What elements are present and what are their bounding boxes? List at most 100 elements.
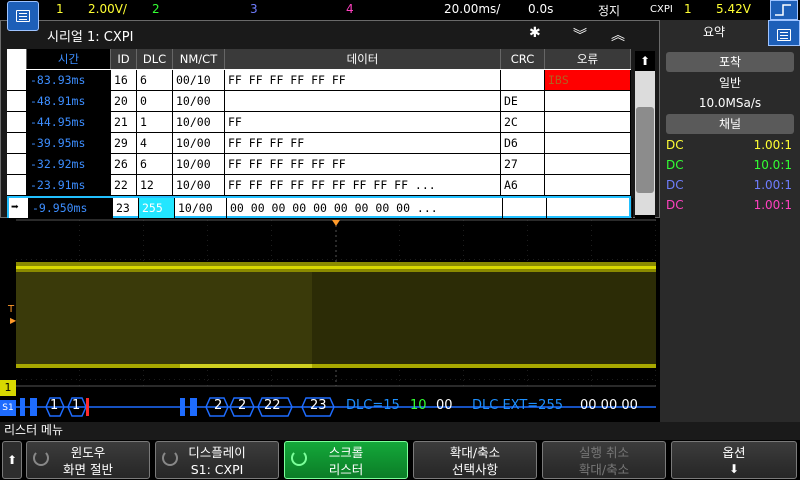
decode-dlc: DLC=15 xyxy=(346,398,400,413)
header-select-col xyxy=(7,49,27,69)
cell-data: 00 00 00 00 00 00 00 00 00 ... xyxy=(227,198,503,218)
lister-table: 시간 ID DLC NM/CT 데이터 CRC 오류 -83.93ms 16 6… xyxy=(7,49,633,237)
header-id[interactable]: ID xyxy=(111,49,137,69)
zoom-selection-softkey[interactable]: 확대/축소 선택사항 xyxy=(413,441,537,479)
table-row[interactable]: -23.91ms 22 12 10/00 FF FF FF FF FF FF F… xyxy=(7,175,631,196)
cell-data xyxy=(225,91,501,111)
chevron-down-icon[interactable]: ︾ xyxy=(573,25,587,45)
decode-seg: 23 xyxy=(310,398,327,413)
menu-up-button[interactable]: ⬆ xyxy=(2,441,22,479)
scroll-thumb[interactable] xyxy=(636,107,654,193)
main-menu-button[interactable] xyxy=(7,1,39,31)
cell-time: -48.91ms xyxy=(27,91,111,111)
cell-data: FF FF FF FF FF FF xyxy=(225,70,501,90)
trigger-level[interactable]: 5.42V xyxy=(716,2,751,16)
cell-id: 21 xyxy=(111,112,137,132)
ch1-indicator[interactable]: 1 xyxy=(56,2,64,16)
header-data[interactable]: 데이터 xyxy=(225,49,501,69)
header-time[interactable]: 시간 xyxy=(27,49,111,69)
timebase-readout[interactable]: 20.00ms/ xyxy=(444,2,500,16)
run-state[interactable]: 정지 xyxy=(598,2,620,19)
cell-time: -44.95ms xyxy=(27,112,111,132)
acquisition-header[interactable]: 포착 xyxy=(666,52,794,72)
cell-nmct: 10/00 xyxy=(173,133,225,153)
cell-dlc: 0 xyxy=(137,91,173,111)
scroll-lister-softkey[interactable]: 스크롤 리스터 xyxy=(284,441,408,479)
ch3-indicator[interactable]: 3 xyxy=(250,2,258,16)
summary-side-panel: 요약 포착 일반 10.0MSa/s 채널 DC 1.00:1 DC 10.0:1 … xyxy=(660,20,800,438)
knob-icon xyxy=(33,450,49,466)
trigger-level-arrow-icon: ▶ xyxy=(10,316,17,325)
undo-zoom-softkey[interactable]: 실행 취소 확대/축소 xyxy=(542,441,666,479)
menu-title-bar: 리스터 메뉴 xyxy=(0,422,800,440)
header-nmct[interactable]: NM/CT xyxy=(173,49,225,69)
cell-error xyxy=(547,198,633,218)
cell-data: FF FF FF FF xyxy=(225,133,501,153)
tab-summary[interactable]: 요약 xyxy=(660,20,768,44)
options-softkey[interactable]: 옵션 ⬇ xyxy=(671,441,797,479)
cell-time: -32.92ms xyxy=(27,154,111,174)
table-row-selected[interactable]: ➡ -9.950ms 23 255 10/00 00 00 00 00 00 0… xyxy=(7,196,633,218)
cell-dlc: 6 xyxy=(137,154,173,174)
waveform-display[interactable]: 1 1 2 2 22 23 DLC=15 10 00 DLC EXT=255 0… xyxy=(0,218,660,438)
softkey-bar: ⬆ 윈도우 화면 절반 디스플레이 S1: CXPI 스크롤 리스터 확대/축소 선택사… xyxy=(0,440,800,480)
ch4-indicator[interactable]: 4 xyxy=(346,2,354,16)
trigger-icon[interactable] xyxy=(770,0,798,20)
table-row[interactable]: -39.95ms 29 4 10/00 FF FF FF FF D6 xyxy=(7,133,631,154)
channels-header[interactable]: 채널 xyxy=(666,114,794,134)
ch2-info[interactable]: DC 10.0:1 xyxy=(666,158,794,172)
cell-crc: DE xyxy=(501,91,545,111)
ch1-scale[interactable]: 2.00V/ xyxy=(88,2,127,16)
ch1-ground-marker[interactable]: 1 xyxy=(0,380,16,396)
ch2-indicator[interactable]: 2 xyxy=(152,2,160,16)
row-marker xyxy=(7,70,27,90)
cell-id: 23 xyxy=(113,198,139,218)
cell-id: 16 xyxy=(111,70,137,90)
cell-error xyxy=(545,91,631,111)
lister-scrollbar[interactable]: ⬆ ⬇ xyxy=(635,51,655,235)
scroll-up-icon[interactable]: ⬆ xyxy=(635,51,655,71)
table-row[interactable]: -48.91ms 20 0 10/00 DE xyxy=(7,91,631,112)
decode-dlc-ext: DLC EXT=255 xyxy=(472,398,563,413)
decode-seg: 1 xyxy=(72,398,81,413)
side-menu-button[interactable] xyxy=(768,20,800,46)
ch3-info[interactable]: DC 1.00:1 xyxy=(666,178,794,192)
acquisition-mode: 일반 xyxy=(718,76,742,90)
ch4-info[interactable]: DC 1.00:1 xyxy=(666,198,794,212)
trigger-level-marker[interactable]: T xyxy=(8,304,14,315)
decode-data-tail: 00 00 00 xyxy=(580,398,638,413)
chevron-up-icon[interactable]: ︽ xyxy=(611,25,625,45)
cell-id: 29 xyxy=(111,133,137,153)
table-row[interactable]: -44.95ms 21 1 10/00 FF 2C xyxy=(7,112,631,133)
serial-bus-marker[interactable]: S1 xyxy=(0,400,16,416)
decode-seg: 2 xyxy=(238,398,247,413)
trigger-type[interactable]: CXPI xyxy=(650,4,673,15)
cell-time: -39.95ms xyxy=(27,133,111,153)
menu-title: 리스터 메뉴 xyxy=(4,423,64,437)
current-row-arrow-icon: ➡ xyxy=(9,198,29,218)
window-softkey[interactable]: 윈도우 화면 절반 xyxy=(26,441,150,479)
cell-time: -9.950ms xyxy=(29,198,113,218)
cell-nmct: 00/10 xyxy=(173,70,225,90)
cell-dlc: 6 xyxy=(137,70,173,90)
table-row[interactable]: -83.93ms 16 6 00/10 FF FF FF FF FF FF IB… xyxy=(7,70,631,91)
decode-ct: 00 xyxy=(436,398,453,413)
cell-dlc: 12 xyxy=(137,175,173,195)
decode-seg: 2 xyxy=(214,398,223,413)
display-softkey[interactable]: 디스플레이 S1: CXPI xyxy=(155,441,279,479)
row-marker xyxy=(7,154,27,174)
header-dlc[interactable]: DLC xyxy=(137,49,173,69)
cell-crc: A6 xyxy=(501,175,545,195)
ch1-info[interactable]: DC 1.00:1 xyxy=(666,138,794,152)
settings-gear-icon[interactable]: ✱ xyxy=(529,25,541,41)
cell-nmct: 10/00 xyxy=(173,112,225,132)
table-row[interactable]: -32.92ms 26 6 10/00 FF FF FF FF FF FF 27 xyxy=(7,154,631,175)
delay-readout[interactable]: 0.0s xyxy=(528,2,553,16)
cell-nmct: 10/00 xyxy=(173,154,225,174)
trigger-source[interactable]: 1 xyxy=(684,2,692,16)
cell-time: -83.93ms xyxy=(27,70,111,90)
header-crc[interactable]: CRC xyxy=(501,49,545,69)
cell-error xyxy=(545,154,631,174)
header-error[interactable]: 오류 xyxy=(545,49,631,69)
decode-error-mark xyxy=(86,398,89,416)
